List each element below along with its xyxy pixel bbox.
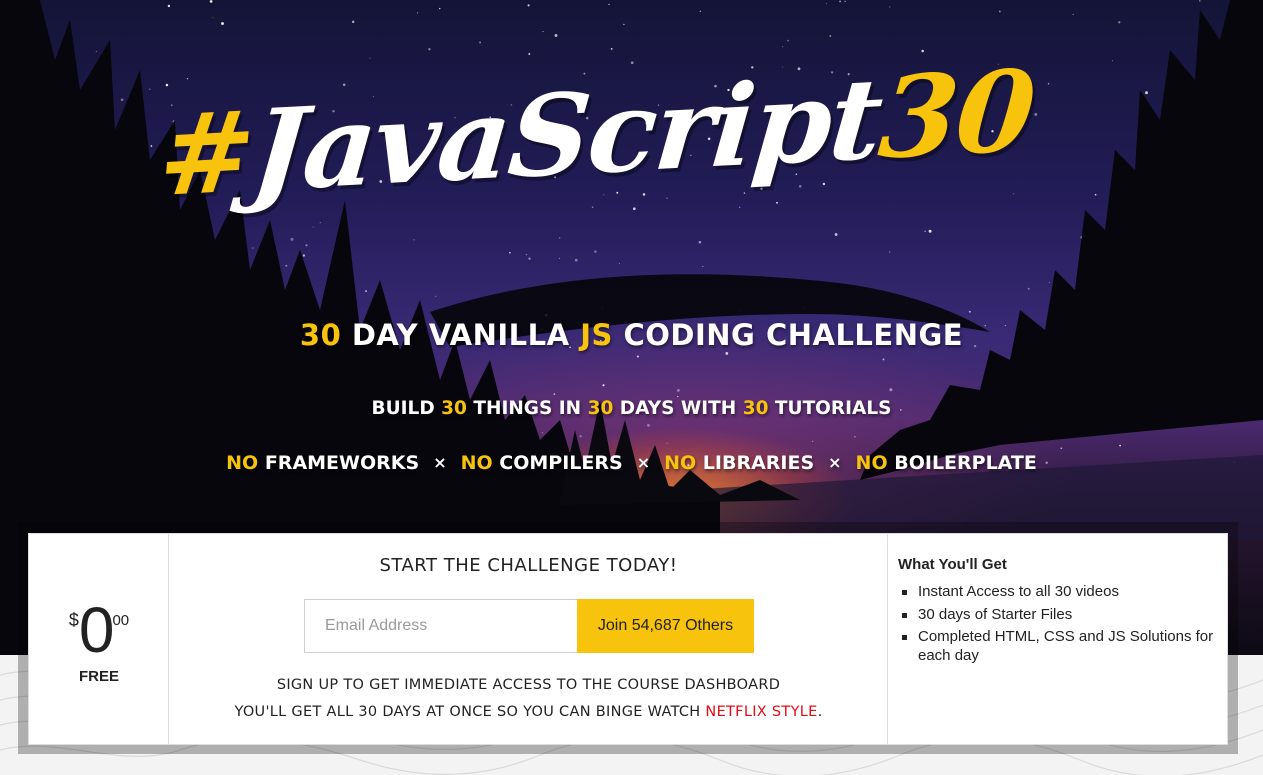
headline-part1: DAY VANILLA [351,318,570,352]
no-item-label: COMPILERS [499,452,623,474]
cta-line2-prefix: YOU'LL GET ALL 30 DAYS AT ONCE SO YOU CA… [234,704,701,720]
subheadline: BUILD 30 THINGS IN 30 DAYS WITH 30 TUTOR… [0,398,1263,419]
sub-num2: 30 [587,398,614,419]
no-item-libraries: NO LIBRARIES [664,452,814,474]
logo-number: 30 [874,45,1039,185]
headline-js: JS [580,318,613,352]
join-button[interactable]: Join 54,687 Others [577,599,754,653]
no-word: NO [226,452,259,474]
no-item-label: FRAMEWORKS [264,452,420,474]
email-input[interactable] [304,599,577,653]
list-item: Completed HTML, CSS and JS Solutions for… [898,628,1217,665]
logo-word: JavaScript [246,53,886,218]
cta-line2-suffix: . [817,704,823,720]
cta-description-line2: YOU'LL GET ALL 30 DAYS AT ONCE SO YOU CA… [169,704,888,720]
no-item-label: LIBRARIES [702,452,815,474]
no-word: NO [664,452,697,474]
logo-hash: # [154,86,259,222]
separator-icon: × [433,453,447,472]
no-dependencies-list: NO FRAMEWORKS × NO COMPILERS × NO LIBRARIES ×… [0,452,1263,474]
sub-tutorials: TUTORIALS [774,398,892,419]
benefits-list: Instant Access to all 30 videos 30 days … [898,583,1217,665]
bullet-icon [902,635,907,640]
separator-icon: × [636,453,651,472]
netflix-style-highlight: NETFLIX STYLE [705,704,818,720]
price: $000 [29,598,169,662]
price-cents: 00 [112,612,130,629]
headline-part2: CODING CHALLENGE [623,318,964,352]
no-item-label: BOILERPLATE [894,452,1037,474]
benefits-title: What You'll Get [898,556,1007,573]
no-item-frameworks: NO FRAMEWORKS [226,452,419,474]
list-item: Instant Access to all 30 videos [898,583,1217,602]
sub-build: BUILD [371,398,435,419]
benefit-text: Instant Access to all 30 videos [918,583,1119,600]
no-word: NO [855,452,888,474]
separator-icon: × [828,453,842,472]
price-label: FREE [78,668,119,685]
signup-form: Join 54,687 Others [304,599,754,653]
cta-title: START THE CHALLENGE TODAY! [379,555,678,576]
sub-num1: 30 [441,398,467,419]
bullet-icon [902,590,907,595]
sub-days: DAYS WITH [619,398,737,419]
signup-card: $000 FREE START THE CHALLENGE TODAY! Joi… [28,533,1228,745]
list-item: 30 days of Starter Files [898,606,1217,625]
benefits-column: What You'll Get Instant Access to all 30… [888,534,1227,744]
headline: 30 DAY VANILLA JS CODING CHALLENGE [0,318,1263,352]
price-amount: 0 [78,594,115,666]
javascript30-logo: #JavaScript30 [154,46,1039,347]
sub-num3: 30 [742,398,769,419]
sub-things: THINGS IN [473,398,582,419]
cta-description-line1: SIGN UP TO GET IMMEDIATE ACCESS TO THE C… [276,677,781,693]
benefit-text: Completed HTML, CSS and JS Solutions for… [918,628,1214,664]
no-item-compilers: NO COMPILERS [461,452,623,474]
signup-column: START THE CHALLENGE TODAY! Join 54,687 O… [169,534,888,744]
bullet-icon [902,612,907,618]
headline-num: 30 [299,318,342,352]
no-word: NO [460,452,493,474]
price-currency: $ [68,610,79,630]
no-item-boilerplate: NO BOILERPLATE [856,452,1037,474]
benefit-text: 30 days of Starter Files [918,605,1073,623]
price-column: $000 FREE [29,534,169,744]
